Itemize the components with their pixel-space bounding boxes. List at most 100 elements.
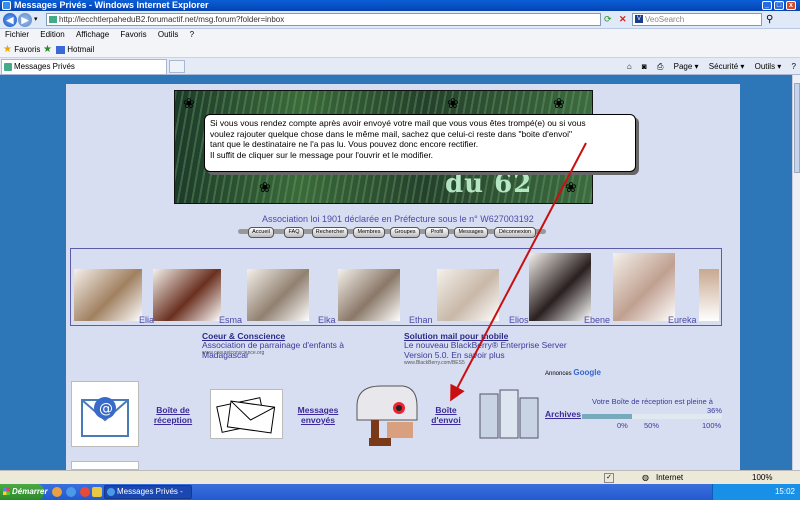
quicklaunch-icon[interactable] bbox=[80, 487, 90, 497]
start-button[interactable]: Démarrer bbox=[0, 484, 48, 500]
cat-photo[interactable] bbox=[247, 269, 309, 321]
menu-help[interactable]: ? bbox=[190, 30, 194, 39]
nav-membres[interactable]: Membres bbox=[353, 227, 385, 238]
nav-accueil[interactable]: Accueil bbox=[248, 227, 274, 238]
print-icon[interactable]: ⎙ bbox=[657, 62, 663, 71]
menu-favoris[interactable]: Favoris bbox=[120, 30, 146, 39]
close-button[interactable]: x bbox=[786, 1, 796, 10]
archives-folder-image[interactable] bbox=[476, 388, 544, 440]
tab-messages-prives[interactable]: Messages Privés bbox=[1, 59, 167, 74]
history-dropdown-icon[interactable]: ▾ bbox=[34, 15, 38, 23]
cat-photo[interactable] bbox=[613, 253, 675, 321]
mailbox-icon bbox=[356, 385, 418, 446]
google-label: Google bbox=[573, 368, 601, 377]
back-button[interactable]: ◀ bbox=[3, 13, 17, 27]
scrollbar-thumb[interactable] bbox=[794, 83, 800, 173]
zoom-level[interactable]: 100% bbox=[752, 471, 772, 485]
paw-icon: ❀ bbox=[447, 95, 459, 111]
help-tooltip: Si vous vous rendez compte après avoir e… bbox=[204, 114, 636, 172]
page-menu[interactable]: Page ▾ bbox=[674, 62, 699, 71]
cat-name[interactable]: Eureka bbox=[668, 315, 697, 325]
nav-messages[interactable]: Messages bbox=[454, 227, 488, 238]
cat-name[interactable]: Elia bbox=[139, 315, 154, 325]
quota-scale-0: 0% bbox=[617, 421, 628, 430]
forward-button[interactable]: ▶ bbox=[18, 13, 32, 27]
svg-text:@: @ bbox=[99, 401, 113, 417]
sent-folder-image[interactable] bbox=[210, 389, 283, 439]
nav-groupes[interactable]: Groupes bbox=[390, 227, 420, 238]
cat-photo[interactable] bbox=[74, 269, 142, 321]
cat-photo[interactable] bbox=[437, 269, 499, 321]
new-tab-button[interactable] bbox=[169, 60, 185, 73]
cat-photo[interactable] bbox=[153, 269, 221, 321]
sent-link[interactable]: Messages envoyés bbox=[292, 405, 344, 425]
nav-rechercher[interactable]: Rechercher bbox=[312, 227, 348, 238]
feeds-icon[interactable]: ◙ bbox=[642, 62, 647, 71]
quicklaunch-icon[interactable] bbox=[52, 487, 62, 497]
menu-outils[interactable]: Outils bbox=[158, 30, 178, 39]
home-icon[interactable]: ⌂ bbox=[627, 62, 632, 71]
folder-image-partial bbox=[71, 461, 139, 470]
taskbar-item-ie[interactable]: Messages Privés - W... bbox=[104, 485, 192, 508]
window-title: Messages Privés - Windows Internet Explo… bbox=[14, 0, 209, 10]
menu-edition[interactable]: Edition bbox=[40, 30, 64, 39]
inbox-envelope-icon: @ bbox=[81, 397, 129, 437]
favorites-button[interactable]: ★ Favoris bbox=[3, 44, 40, 55]
search-icon[interactable]: ⚲ bbox=[766, 14, 773, 25]
outbox-link[interactable]: Boîte d'envoi bbox=[424, 405, 468, 425]
quota-scale-100: 100% bbox=[702, 421, 722, 430]
maximize-button[interactable]: □ bbox=[774, 1, 784, 10]
status-bar: ✓ ◍ Internet 100% bbox=[0, 470, 800, 484]
nav-profil[interactable]: Profil bbox=[425, 227, 449, 238]
minimize-button[interactable]: _ bbox=[762, 1, 772, 10]
tools-menu[interactable]: Outils ▾ bbox=[755, 62, 782, 71]
search-provider-icon: V bbox=[635, 15, 643, 23]
ad-url[interactable]: www.BlackBerry.com/BES5 bbox=[404, 360, 465, 366]
tooltip-line: tant que le destinataire ne l'a pas lu. … bbox=[210, 139, 479, 149]
inbox-link[interactable]: Boîte de réception bbox=[142, 405, 204, 425]
cat-photo[interactable] bbox=[529, 253, 591, 321]
inbox-folder-image[interactable]: @ bbox=[71, 381, 139, 447]
vertical-scrollbar[interactable] bbox=[792, 75, 800, 470]
start-label: Démarrer bbox=[12, 487, 48, 496]
outbox-folder-image[interactable] bbox=[351, 380, 421, 448]
association-text: Association loi 1901 déclarée en Préfect… bbox=[262, 214, 534, 224]
site-favicon bbox=[49, 16, 57, 23]
stop-icon[interactable]: ✕ bbox=[619, 14, 631, 26]
help-menu[interactable]: ? bbox=[792, 62, 796, 71]
zone-label: Internet bbox=[656, 473, 684, 482]
cat-name[interactable]: Esma bbox=[219, 315, 242, 325]
cat-name[interactable]: Ethan bbox=[409, 315, 433, 325]
refresh-icon[interactable]: ⟳ bbox=[604, 14, 616, 26]
cat-photo[interactable] bbox=[338, 269, 400, 321]
system-tray: 15:02 bbox=[712, 484, 800, 500]
cat-name[interactable]: Elios bbox=[509, 315, 529, 325]
ads-by-google[interactable]: Annonces Google bbox=[545, 368, 601, 377]
protected-mode-icon: ✓ bbox=[604, 473, 614, 483]
nav-deconnexion[interactable]: Déconnexion bbox=[494, 227, 536, 238]
paw-icon: ❀ bbox=[183, 95, 195, 111]
add-favorite-icon[interactable]: ★ bbox=[43, 44, 52, 55]
star-icon: ★ bbox=[3, 44, 12, 55]
quota-box: Votre Boîte de réception est pleine à 36… bbox=[582, 397, 722, 431]
windows-logo-icon bbox=[3, 488, 10, 495]
cat-gallery: Elia Esma Elka Ethan Elios Ebene Eureka bbox=[70, 248, 722, 326]
ie-quicklaunch-icon[interactable] bbox=[66, 487, 76, 497]
tooltip-line: Il suffit de cliquer sur le message pour… bbox=[210, 149, 434, 160]
hotmail-label: Hotmail bbox=[67, 45, 95, 54]
quicklaunch-icon[interactable] bbox=[92, 487, 102, 497]
nav-faq[interactable]: FAQ bbox=[284, 227, 304, 238]
archives-link[interactable]: Archives bbox=[544, 409, 582, 419]
security-menu[interactable]: Sécurité ▾ bbox=[709, 62, 745, 71]
search-input[interactable]: V VeoSearch bbox=[632, 13, 762, 26]
menu-fichier[interactable]: Fichier bbox=[5, 30, 29, 39]
quota-scale-50: 50% bbox=[644, 421, 660, 430]
annonces-label: Annonces bbox=[545, 371, 572, 377]
hotmail-link[interactable]: Hotmail bbox=[56, 44, 94, 55]
ad-url[interactable]: www.coeuretconscience.org bbox=[202, 350, 264, 356]
cat-name[interactable]: Elka bbox=[318, 315, 336, 325]
cat-name[interactable]: Ebene bbox=[584, 315, 610, 325]
menu-affichage[interactable]: Affichage bbox=[76, 30, 109, 39]
address-input[interactable]: http://lecchtlerpaheduB2.forumactif.net/… bbox=[46, 13, 601, 26]
cat-photo[interactable] bbox=[699, 269, 719, 321]
